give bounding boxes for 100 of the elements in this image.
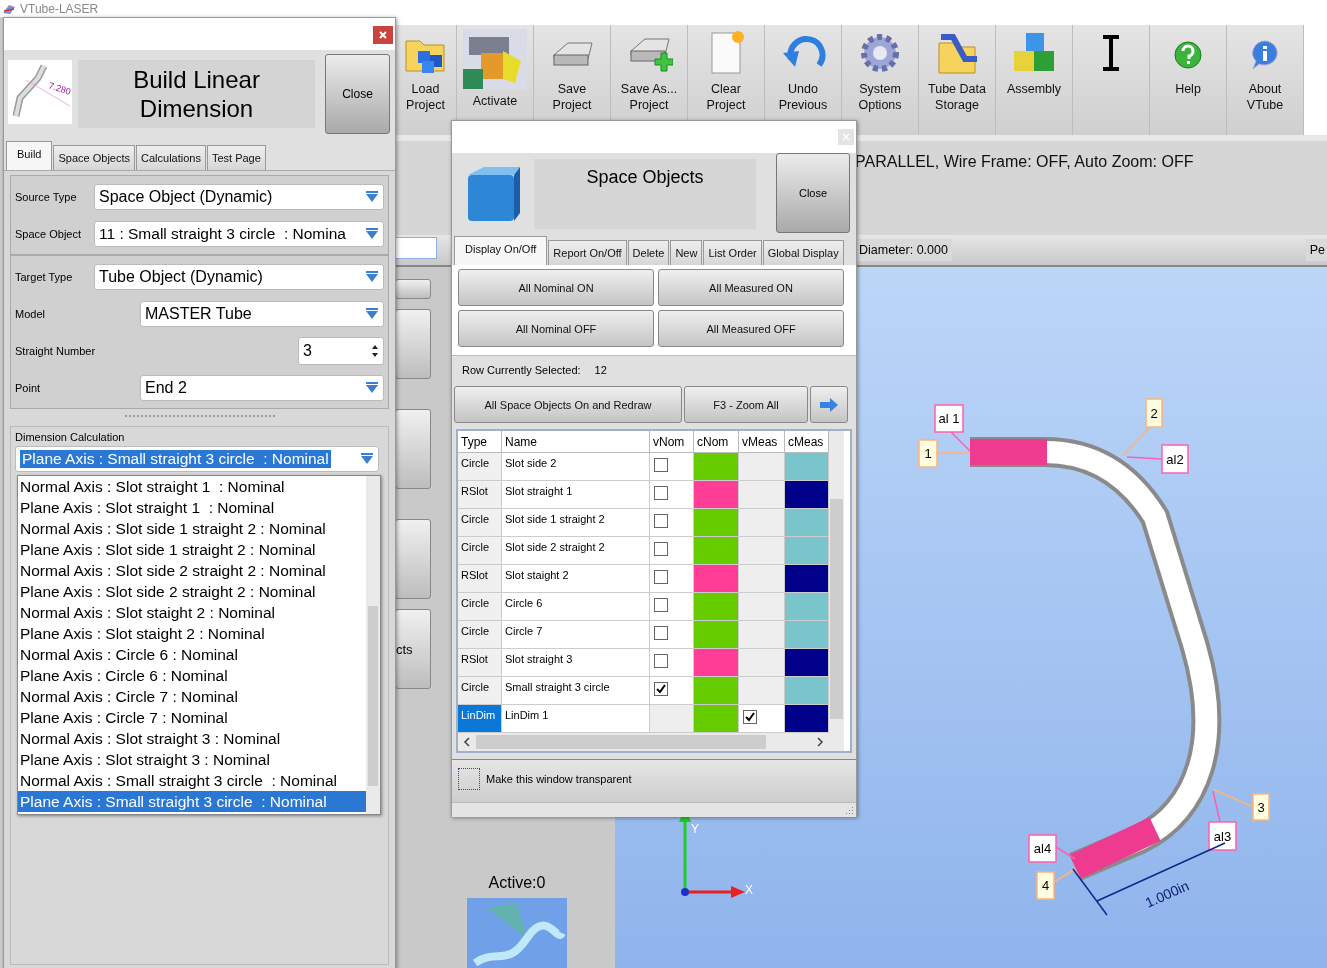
dropdown-option[interactable]: Normal Axis : Circle 6 : Nominal: [18, 644, 366, 665]
scroll-left-icon[interactable]: [463, 737, 471, 747]
toolbar-button[interactable]: About VTube: [1227, 25, 1304, 137]
color-swatch[interactable]: [785, 621, 829, 649]
color-swatch[interactable]: [694, 677, 739, 705]
scrollbar[interactable]: [366, 476, 380, 814]
dropdown-option[interactable]: Plane Axis : Small straight 3 circle : Nominal: [18, 791, 366, 812]
checkbox[interactable]: [743, 710, 757, 724]
action-button[interactable]: All Nominal ON: [458, 269, 654, 306]
checkbox[interactable]: [654, 514, 668, 528]
color-swatch[interactable]: [694, 649, 739, 677]
dropdown-option[interactable]: Normal Axis : Slot side 1 straight 2 : Nominal: [18, 518, 366, 539]
dropdown-option[interactable]: Plane Axis : Circle 6 : Nominal: [18, 665, 366, 686]
dropdown-option[interactable]: Normal Axis : Slot straight 3 : Nominal: [18, 728, 366, 749]
side-button[interactable]: [395, 279, 431, 299]
side-button[interactable]: [395, 309, 431, 379]
dropdown-option[interactable]: Plane Axis : Slot side 2 straight 2 : Nominal: [18, 581, 366, 602]
color-swatch[interactable]: [694, 593, 739, 621]
tab[interactable]: New: [670, 240, 703, 265]
dropdown-option[interactable]: Normal Axis : Slot side 2 straight 2 : Nominal: [18, 560, 366, 581]
action-button[interactable]: All Nominal OFF: [458, 310, 654, 347]
dropdown[interactable]: MASTER Tube: [140, 300, 384, 327]
tab[interactable]: Report On/Off: [548, 240, 627, 265]
table-cell[interactable]: RSlot: [458, 565, 502, 593]
dropdown-option[interactable]: Normal Axis : Small straight 3 circle : Nominal: [18, 770, 366, 791]
tab[interactable]: Space Objects: [53, 145, 135, 170]
resize-grip-icon[interactable]: [844, 805, 854, 815]
table-cell[interactable]: Circle: [458, 537, 502, 565]
toolbar-button[interactable]: Help: [1150, 25, 1227, 137]
checkbox[interactable]: [654, 682, 668, 696]
number-spinner[interactable]: 3: [298, 336, 384, 365]
dropdown-option[interactable]: Plane Axis : Slot straight 3 : Nominal: [18, 749, 366, 770]
color-swatch[interactable]: [785, 705, 829, 733]
checkbox[interactable]: [654, 626, 668, 640]
tab[interactable]: Display On/Off: [454, 236, 548, 265]
color-swatch[interactable]: [785, 537, 829, 565]
toolbar-button[interactable]: Load Project: [395, 25, 457, 137]
toolbar-button[interactable]: Assembly: [996, 25, 1073, 137]
table-cell[interactable]: RSlot: [458, 481, 502, 509]
action-button[interactable]: All Measured ON: [658, 269, 844, 306]
dropdown-option[interactable]: Plane Axis : Slot straight 1 : Nominal: [18, 497, 366, 518]
color-swatch[interactable]: [785, 565, 829, 593]
action-button[interactable]: F3 - Zoom All: [684, 386, 808, 423]
table-cell[interactable]: Circle: [458, 593, 502, 621]
scrollbar[interactable]: [829, 431, 844, 751]
dropdown[interactable]: 11 : Small straight 3 circle : Nomina: [94, 220, 384, 247]
checkbox[interactable]: [654, 654, 668, 668]
color-swatch[interactable]: [785, 509, 829, 537]
action-button[interactable]: All Space Objects On and Redraw: [454, 386, 682, 423]
table-cell[interactable]: RSlot: [458, 649, 502, 677]
tab[interactable]: Global Display: [762, 240, 844, 265]
scrollbar[interactable]: [458, 733, 829, 751]
table-cell[interactable]: Circle: [458, 453, 502, 481]
close-button[interactable]: Close: [325, 54, 390, 134]
color-swatch[interactable]: [694, 453, 739, 481]
dropdown-option[interactable]: Plane Axis : Slot side 1 straight 2 : Nominal: [18, 539, 366, 560]
checkbox[interactable]: [458, 768, 480, 790]
dropdown[interactable]: Plane Axis : Small straight 3 circle : Nominal: [15, 446, 379, 472]
color-swatch[interactable]: [694, 565, 739, 593]
color-swatch[interactable]: [694, 621, 739, 649]
dropdown-option[interactable]: Plane Axis : Circle 7 : Nominal: [18, 707, 366, 728]
side-button[interactable]: [395, 409, 431, 489]
checkbox[interactable]: [654, 570, 668, 584]
table-cell[interactable]: LinDim: [458, 705, 502, 733]
tab[interactable]: Delete: [627, 240, 670, 265]
color-swatch[interactable]: [785, 649, 829, 677]
checkbox[interactable]: [654, 542, 668, 556]
color-swatch[interactable]: [785, 677, 829, 705]
dropdown[interactable]: Space Object (Dynamic): [94, 183, 384, 210]
color-swatch[interactable]: [785, 481, 829, 509]
close-button[interactable]: Close: [776, 153, 850, 233]
scroll-right-icon[interactable]: [816, 737, 824, 747]
table-cell[interactable]: Circle: [458, 509, 502, 537]
color-swatch[interactable]: [694, 537, 739, 565]
table-cell[interactable]: Circle: [458, 677, 502, 705]
dropdown-option[interactable]: Normal Axis : Circle 7 : Nominal: [18, 686, 366, 707]
side-button[interactable]: cts: [395, 609, 431, 689]
dropdown-option[interactable]: Normal Axis : Slot staight 2 : Nominal: [18, 602, 366, 623]
tab[interactable]: List Order: [703, 240, 762, 265]
color-swatch[interactable]: [694, 705, 739, 733]
side-button[interactable]: [395, 519, 431, 599]
toolbar-button[interactable]: System Options: [842, 25, 919, 137]
next-button[interactable]: [810, 386, 848, 423]
color-swatch[interactable]: [694, 481, 739, 509]
dropdown-option[interactable]: Normal Axis : Slot straight 1 : Nominal: [18, 476, 366, 497]
toolbar-button[interactable]: Tube Data Storage: [919, 25, 996, 137]
table-cell[interactable]: Circle: [458, 621, 502, 649]
checkbox[interactable]: [654, 598, 668, 612]
tab[interactable]: Build: [6, 141, 53, 170]
color-swatch[interactable]: [785, 453, 829, 481]
checkbox[interactable]: [654, 458, 668, 472]
text-cursor-button[interactable]: [1073, 25, 1150, 137]
dropdown-option[interactable]: Plane Axis : Slot staight 2 : Nominal: [18, 623, 366, 644]
dropdown[interactable]: End 2: [140, 374, 384, 401]
color-swatch[interactable]: [694, 509, 739, 537]
tab[interactable]: Test Page: [206, 145, 266, 170]
close-button[interactable]: [373, 26, 393, 44]
tab[interactable]: Calculations: [136, 145, 206, 170]
dropdown[interactable]: Tube Object (Dynamic): [94, 263, 384, 290]
action-button[interactable]: All Measured OFF: [658, 310, 844, 347]
